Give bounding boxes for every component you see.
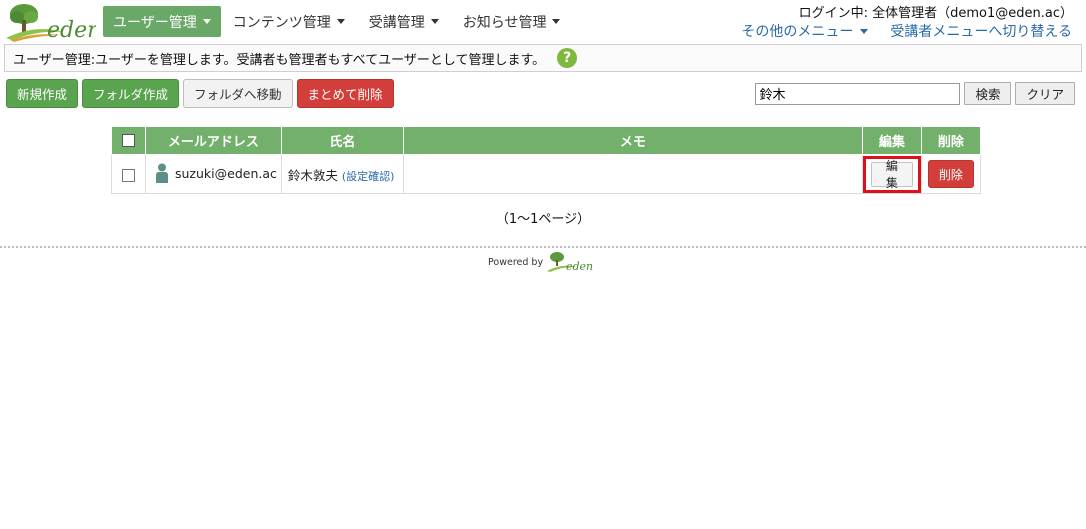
- nav-user-management-label: ユーザー管理: [113, 14, 197, 31]
- delete-header: 削除: [920, 126, 981, 155]
- powered-by-footer: Powered by eden: [488, 251, 596, 273]
- memo-header: メモ: [402, 126, 863, 155]
- edit-highlight-box: 編集: [862, 155, 921, 193]
- powered-by-text: Powered by: [488, 257, 544, 268]
- email-cell: suzuki@eden.ac: [145, 154, 282, 194]
- toolbar: 新規作成 フォルダ作成 フォルダへ移動 まとめて削除: [6, 79, 394, 108]
- bulk-delete-button[interactable]: まとめて削除: [296, 79, 394, 108]
- row-checkbox[interactable]: [122, 168, 135, 182]
- edit-cell: 編集: [861, 154, 922, 194]
- header: eden ユーザー管理 コンテンツ管理 受講管理 お知らせ管理 ログイン中: 全…: [0, 0, 1086, 44]
- email-text: suzuki@eden.ac: [175, 165, 277, 181]
- footer-brand-text: eden: [566, 260, 593, 273]
- footer-eden-logo: eden: [547, 252, 593, 273]
- nav-notice-management[interactable]: お知らせ管理: [451, 6, 573, 37]
- chevron-down-icon: [430, 19, 439, 24]
- row-select-cell: [111, 154, 146, 194]
- user-table: メールアドレス 氏名 メモ 編集 削除 suzuki@eden.ac 鈴木敦夫: [111, 126, 981, 194]
- edit-button[interactable]: 編集: [870, 159, 913, 190]
- nav-user-management[interactable]: ユーザー管理: [103, 6, 221, 37]
- search-area: 検索 クリア: [755, 82, 1075, 105]
- name-cell: 鈴木敦夫 (設定確認): [280, 154, 404, 194]
- sub-menus: その他のメニュー 受講者メニューへ切り替える: [741, 21, 1072, 41]
- table-header-row: メールアドレス 氏名 メモ 編集 削除: [111, 126, 981, 155]
- pagination: （1～1ページ）: [495, 212, 591, 227]
- memo-cell: [402, 154, 863, 194]
- chevron-down-icon: [202, 19, 211, 24]
- search-button[interactable]: 検索: [964, 82, 1012, 105]
- other-menu-label: その他のメニュー: [741, 24, 854, 40]
- settings-confirm-link[interactable]: (設定確認): [342, 170, 395, 183]
- delete-button[interactable]: 削除: [927, 160, 974, 188]
- logo-text: eden: [47, 18, 96, 42]
- move-to-folder-button[interactable]: フォルダへ移動: [183, 79, 293, 108]
- search-input[interactable]: [755, 82, 961, 105]
- chevron-down-icon: [552, 19, 561, 24]
- select-all-header: [111, 126, 146, 155]
- chevron-down-icon: [336, 19, 345, 24]
- delete-cell: 削除: [920, 154, 981, 194]
- table-row: suzuki@eden.ac 鈴木敦夫 (設定確認) 編集 削除: [111, 154, 981, 194]
- help-icon[interactable]: ?: [557, 48, 578, 68]
- nav-content-management-label: コンテンツ管理: [232, 14, 331, 31]
- edit-header: 編集: [861, 126, 922, 155]
- login-info: ログイン中: 全体管理者（demo1@eden.ac）: [798, 6, 1073, 21]
- switch-to-learner-menu-link[interactable]: 受講者メニューへ切り替える: [890, 21, 1072, 41]
- main-nav: ユーザー管理 コンテンツ管理 受講管理 お知らせ管理: [103, 6, 572, 37]
- new-folder-button[interactable]: フォルダ作成: [82, 79, 180, 108]
- nav-course-management[interactable]: 受講管理: [357, 6, 451, 37]
- footer-divider: [0, 246, 1086, 248]
- nav-course-management-label: 受講管理: [368, 14, 425, 31]
- other-menu-link[interactable]: その他のメニュー: [741, 21, 869, 41]
- select-all-checkbox[interactable]: [122, 134, 135, 147]
- description-text: ユーザー管理:ユーザーを管理します。受講者も管理者もすべてユーザーとして管理しま…: [13, 52, 546, 68]
- chevron-down-icon: [860, 28, 869, 34]
- nav-notice-management-label: お知らせ管理: [462, 14, 547, 31]
- nav-content-management[interactable]: コンテンツ管理: [221, 6, 357, 37]
- name-text: 鈴木敦夫: [287, 167, 338, 183]
- eden-logo[interactable]: eden: [4, 2, 101, 43]
- clear-button[interactable]: クリア: [1015, 82, 1075, 105]
- new-button[interactable]: 新規作成: [6, 79, 79, 108]
- description-bar: ユーザー管理:ユーザーを管理します。受講者も管理者もすべてユーザーとして管理しま…: [4, 44, 1082, 72]
- name-header[interactable]: 氏名: [280, 126, 404, 155]
- email-header[interactable]: メールアドレス: [145, 126, 282, 155]
- user-icon: [155, 163, 169, 186]
